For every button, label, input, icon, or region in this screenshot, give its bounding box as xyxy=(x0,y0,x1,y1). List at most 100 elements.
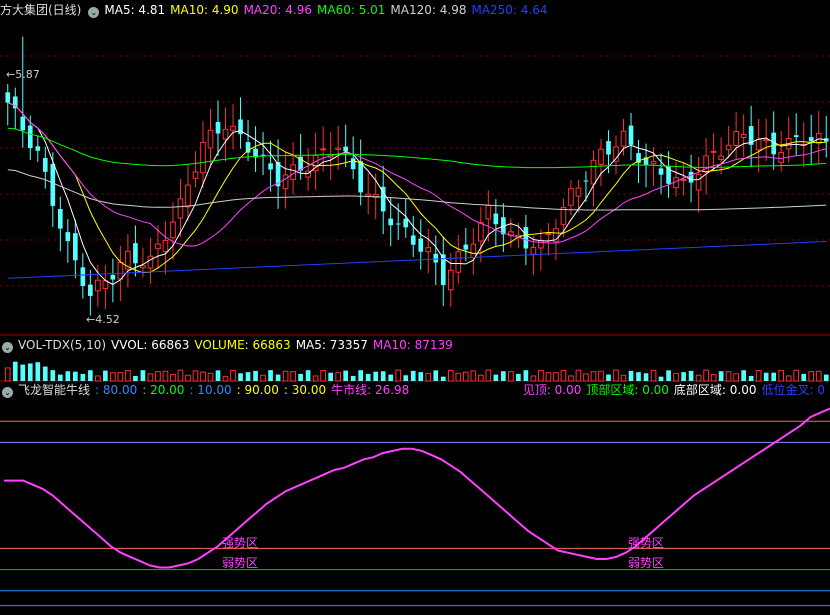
volume-bar-up xyxy=(598,370,604,382)
candle-down xyxy=(523,227,529,249)
candle-up xyxy=(575,187,582,197)
volume-legend: VVOL: 66863 VOLUME: 66863 MA5: 73357 MA10: … xyxy=(111,338,458,352)
candle-up xyxy=(170,221,176,239)
volume-bar-up xyxy=(335,372,341,382)
volume-bar-down xyxy=(343,370,348,381)
volume-bar-up xyxy=(147,373,154,382)
volume-bar-up xyxy=(568,375,574,382)
volume-bar-down xyxy=(410,370,416,381)
volume-bar-up xyxy=(200,371,206,382)
candle-up xyxy=(155,243,161,250)
candle-up xyxy=(545,233,552,236)
volume-bar-down xyxy=(275,374,281,381)
volume-bar-down xyxy=(358,370,364,381)
candle-down xyxy=(343,146,348,152)
candle-up xyxy=(815,132,822,144)
volume-bar-down xyxy=(140,370,146,381)
volume-bar-up xyxy=(553,372,559,382)
candle-down xyxy=(20,116,26,131)
candle-up xyxy=(185,184,191,208)
volume-bar-down xyxy=(516,373,521,381)
candle-up xyxy=(290,164,296,180)
expand-icon[interactable]: ⌄ xyxy=(88,7,100,18)
candle-down xyxy=(80,267,86,286)
candle-down xyxy=(493,213,499,225)
volume-bar-down xyxy=(65,371,71,381)
volume-bar-up xyxy=(590,371,597,382)
candle-down xyxy=(628,125,634,145)
candle-up xyxy=(162,239,169,253)
candle-up xyxy=(455,251,462,273)
candle-up xyxy=(470,243,477,258)
candle-up xyxy=(725,144,732,151)
candle-down xyxy=(418,238,424,252)
volume-bar-down xyxy=(523,370,529,381)
volume-bar-down xyxy=(718,371,724,381)
candle-up xyxy=(230,125,236,131)
candle-up xyxy=(710,150,717,153)
volume-bar-up xyxy=(125,370,131,382)
expand-icon[interactable]: ⌄ xyxy=(2,342,13,353)
volume-bar-up xyxy=(575,369,582,382)
volume-bar-up xyxy=(207,372,214,382)
candle-up xyxy=(740,133,747,139)
ma-legend-item-0: MA5: 4.81 xyxy=(104,3,166,17)
volume-legend-item-3: MA10: 87139 xyxy=(372,338,453,352)
volume-bar-down xyxy=(418,372,424,381)
volume-bar-down xyxy=(42,366,48,381)
candle-down xyxy=(410,235,416,245)
candle-down xyxy=(133,243,138,264)
volume-bar-down xyxy=(133,375,138,381)
candle-down xyxy=(463,244,469,250)
candle-up xyxy=(695,173,702,191)
high-price-label: ←5.87 xyxy=(6,68,40,81)
candle-up xyxy=(778,151,785,163)
volume-bar-down xyxy=(305,370,311,381)
volume-bar-up xyxy=(455,372,462,382)
volume-bar-down xyxy=(493,374,499,381)
volume-bar-up xyxy=(560,370,567,382)
indicator-legend-item-2: : 10.00 xyxy=(189,383,232,397)
candle-up xyxy=(95,279,101,292)
indicator-legend-item-3: : 90.00 xyxy=(236,383,279,397)
candle-down xyxy=(27,125,33,149)
volume-bar-up xyxy=(4,367,11,382)
volume-bar-up xyxy=(477,374,484,382)
candle-up xyxy=(598,148,604,165)
candle-down xyxy=(606,141,611,155)
volume-bar-up xyxy=(470,370,477,382)
volume-bar-down xyxy=(50,370,56,381)
volume-bar-down xyxy=(365,373,371,381)
volume-title: VOL-TDX(5,10) xyxy=(18,338,107,352)
indicator-flag-0: 见顶: 0.00 xyxy=(522,383,582,397)
volume-bar-up xyxy=(755,370,762,382)
indicator-title: 飞龙智能牛线 xyxy=(18,383,91,397)
volume-bar-up xyxy=(613,369,619,382)
zone-label-weak: 弱势区 xyxy=(222,556,259,570)
candle-up xyxy=(140,265,146,269)
volume-bar-down xyxy=(215,370,221,381)
candle-up xyxy=(733,131,739,147)
chart-canvas xyxy=(0,36,830,607)
expand-icon[interactable]: ⌄ xyxy=(2,387,13,398)
candle-up xyxy=(680,179,687,182)
candle-up xyxy=(117,262,124,280)
volume-bar-down xyxy=(380,371,386,381)
volume-bar-down xyxy=(801,373,807,381)
candle-up xyxy=(335,147,341,150)
volume-bar-up xyxy=(725,371,732,382)
volume-bar-down xyxy=(823,374,829,381)
low-price-label: ←4.52 xyxy=(86,313,120,326)
volume-bar-down xyxy=(328,372,333,381)
volume-bar-down xyxy=(501,371,506,381)
candle-up xyxy=(447,269,454,291)
candle-down xyxy=(65,232,71,242)
volume-bar-down xyxy=(763,372,769,381)
volume-bar-down xyxy=(73,371,78,381)
volume-bar-up xyxy=(177,369,184,382)
zone-label-strong: 强势区 xyxy=(628,536,665,550)
volume-bar-up xyxy=(793,369,800,382)
volume-legend-item-1: VOLUME: 66863 xyxy=(194,338,291,352)
volume-bar-down xyxy=(636,372,641,381)
volume-bar-up xyxy=(222,376,229,382)
